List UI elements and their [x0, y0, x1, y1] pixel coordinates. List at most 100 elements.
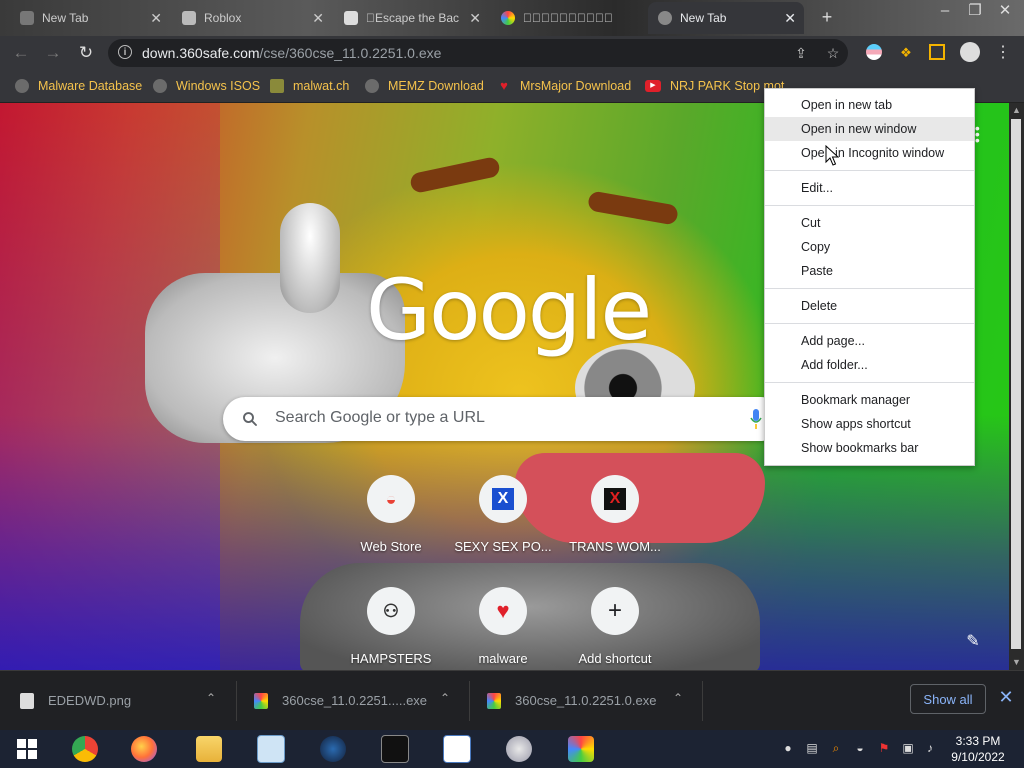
- close-icon[interactable]: ✕: [469, 10, 481, 27]
- search-icon: [243, 412, 257, 426]
- tab-new-tab-1[interactable]: New Tab ✕: [10, 2, 170, 34]
- shortcut-trans-wom[interactable]: X TRANS WOM...: [560, 475, 670, 565]
- network-tray-icon[interactable]: ▣: [900, 740, 916, 756]
- task-manager-icon[interactable]: [254, 733, 288, 765]
- tab-escape[interactable]:  Escape the Bac ✕: [334, 2, 489, 34]
- download-item[interactable]: 360cse_11.0.2251.....exe ⌃: [234, 671, 470, 731]
- download-item[interactable]: EDEDWD.png ⌃: [0, 671, 236, 731]
- mask-tray-icon[interactable]: ◒: [852, 740, 868, 756]
- menu-edit[interactable]: Edit...: [765, 176, 974, 200]
- menu-item-label: Paste: [801, 264, 833, 278]
- ntp-search-box[interactable]: Search Google or type a URL: [223, 397, 783, 441]
- back-button[interactable]: ←: [8, 40, 34, 66]
- close-icon[interactable]: ✕: [150, 10, 162, 27]
- windows-taskbar: ● ▤ ⌕ ◒ ⚑ ▣ ♪ 3:33 PM 9/10/2022: [0, 730, 1024, 768]
- scroll-down-arrow[interactable]: ▼: [1009, 655, 1024, 669]
- menu-show-bookmarks-bar[interactable]: Show bookmarks bar: [765, 436, 974, 460]
- download-item[interactable]: 360cse_11.0.2251.0.exe ⌃: [467, 671, 703, 731]
- windows-start-icon[interactable]: [10, 733, 44, 765]
- colorful-icon: [501, 11, 515, 25]
- scroll-up-arrow[interactable]: ▲: [1009, 103, 1024, 117]
- menu-icon[interactable]: ⋮: [994, 44, 1012, 62]
- menu-delete[interactable]: Delete: [765, 294, 974, 318]
- steam-tray-icon[interactable]: ●: [780, 740, 796, 756]
- shortcut-web-store[interactable]: ◒ Web Store: [336, 475, 446, 565]
- paint-icon[interactable]: [502, 733, 536, 765]
- window-close-button[interactable]: ✕: [990, 0, 1020, 30]
- address-bar[interactable]: i down.360safe.com/cse/360cse_11.0.2251.…: [108, 39, 848, 67]
- microphone-icon[interactable]: [750, 409, 762, 429]
- menu-open-in-new-window[interactable]: Open in new window: [765, 117, 974, 141]
- close-icon[interactable]: ✕: [312, 10, 324, 27]
- url-text[interactable]: down.360safe.com/cse/360cse_11.0.2251.0.…: [142, 45, 441, 61]
- installer-file-icon: [487, 693, 501, 709]
- bookmark-label: MrsMajor Download: [520, 79, 632, 93]
- menu-add-page[interactable]: Add page...: [765, 329, 974, 353]
- chevron-up-icon[interactable]: ⌃: [440, 691, 454, 705]
- restore-button[interactable]: ❐: [960, 0, 990, 30]
- shortcut-hampsters[interactable]: ⚇ HAMPSTERS: [336, 587, 446, 670]
- new-tab-button[interactable]: +: [816, 6, 838, 28]
- tab-roblox[interactable]: Roblox ✕: [172, 2, 332, 34]
- bookmark-mrsmajor-download[interactable]: ♥ MrsMajor Download: [497, 76, 631, 96]
- menu-add-folder[interactable]: Add folder...: [765, 353, 974, 377]
- google-logo: Google: [366, 261, 652, 359]
- file-explorer-icon[interactable]: [192, 733, 226, 765]
- bookmark-windows-isos[interactable]: Windows ISOS: [153, 76, 260, 96]
- menu-item-label: Edit...: [801, 181, 833, 195]
- firefox-icon[interactable]: [127, 733, 161, 765]
- menu-open-in-new-tab[interactable]: Open in new tab: [765, 93, 974, 117]
- menu-open-in-incognito[interactable]: Open in Incognito window: [765, 141, 974, 165]
- sidepanel-icon[interactable]: [929, 44, 947, 62]
- show-all-downloads-button[interactable]: Show all: [910, 684, 986, 714]
- close-download-shelf-icon[interactable]: ✕: [996, 687, 1016, 711]
- divider: [702, 681, 703, 721]
- menu-bookmark-manager[interactable]: Bookmark manager: [765, 388, 974, 412]
- chevron-up-icon[interactable]: ⌃: [673, 691, 687, 705]
- steam-icon[interactable]: [316, 733, 350, 765]
- shortcut-malware[interactable]: ♥ malware: [448, 587, 558, 670]
- volume-icon[interactable]: ♪: [922, 740, 938, 756]
- web-store-icon: ◒: [367, 475, 415, 523]
- menu-cut[interactable]: Cut: [765, 211, 974, 235]
- page-scrollbar[interactable]: ▲ ▼: [1009, 103, 1024, 670]
- bookmark-context-menu: Open in new tab Open in new window Open …: [764, 88, 975, 466]
- forward-button[interactable]: →: [40, 40, 66, 66]
- bookmark-malwatch[interactable]: malwat.ch: [270, 76, 349, 96]
- customize-pencil-icon[interactable]: ✎: [962, 631, 984, 653]
- bookmark-malware-database[interactable]: Malware Database: [15, 76, 142, 96]
- menu-paste[interactable]: Paste: [765, 259, 974, 283]
- browser-toolbar: ← → ↻ i down.360safe.com/cse/360cse_11.0…: [0, 36, 1024, 70]
- search-tray-icon[interactable]: ⌕: [828, 740, 844, 756]
- puzzle-icon[interactable]: ❖: [897, 44, 915, 62]
- flag-extension-icon[interactable]: [866, 44, 884, 62]
- profile-icon[interactable]: [960, 42, 980, 62]
- bookmark-memz-download[interactable]: MEMZ Download: [365, 76, 484, 96]
- tab-unknown[interactable]:           : [491, 2, 646, 34]
- share-icon[interactable]: ⇪: [792, 44, 810, 62]
- chrome-icon[interactable]: [68, 733, 102, 765]
- reload-button[interactable]: ↻: [73, 40, 99, 66]
- chrome-canary-icon[interactable]: [564, 733, 598, 765]
- tab-favicon: [20, 11, 34, 25]
- add-shortcut-button[interactable]: + Add shortcut: [560, 587, 670, 670]
- shortcut-label: HAMPSTERS: [350, 651, 432, 666]
- shortcut-sexy-sex-po[interactable]: X SEXY SEX PO...: [448, 475, 558, 565]
- menu-show-apps-shortcut[interactable]: Show apps shortcut: [765, 412, 974, 436]
- chevron-up-icon[interactable]: ⌃: [206, 691, 220, 705]
- scroll-thumb[interactable]: [1011, 119, 1021, 649]
- star-icon[interactable]: ☆: [824, 44, 842, 62]
- system-clock[interactable]: 3:33 PM 9/10/2022: [942, 733, 1014, 765]
- wordpad-icon[interactable]: [440, 733, 474, 765]
- menu-copy[interactable]: Copy: [765, 235, 974, 259]
- minimize-button[interactable]: –: [930, 0, 960, 30]
- command-prompt-icon[interactable]: [378, 733, 412, 765]
- chart-tray-icon[interactable]: ▤: [804, 740, 820, 756]
- tab-new-tab-active[interactable]: New Tab ✕: [648, 2, 804, 34]
- globe-icon: [365, 79, 379, 93]
- flag-tray-icon[interactable]: ⚑: [876, 740, 892, 756]
- info-icon[interactable]: i: [118, 45, 132, 59]
- url-path: /cse/360cse_11.0.2251.0.exe: [259, 45, 442, 61]
- menu-item-label: Cut: [801, 216, 821, 230]
- close-icon[interactable]: ✕: [784, 10, 796, 27]
